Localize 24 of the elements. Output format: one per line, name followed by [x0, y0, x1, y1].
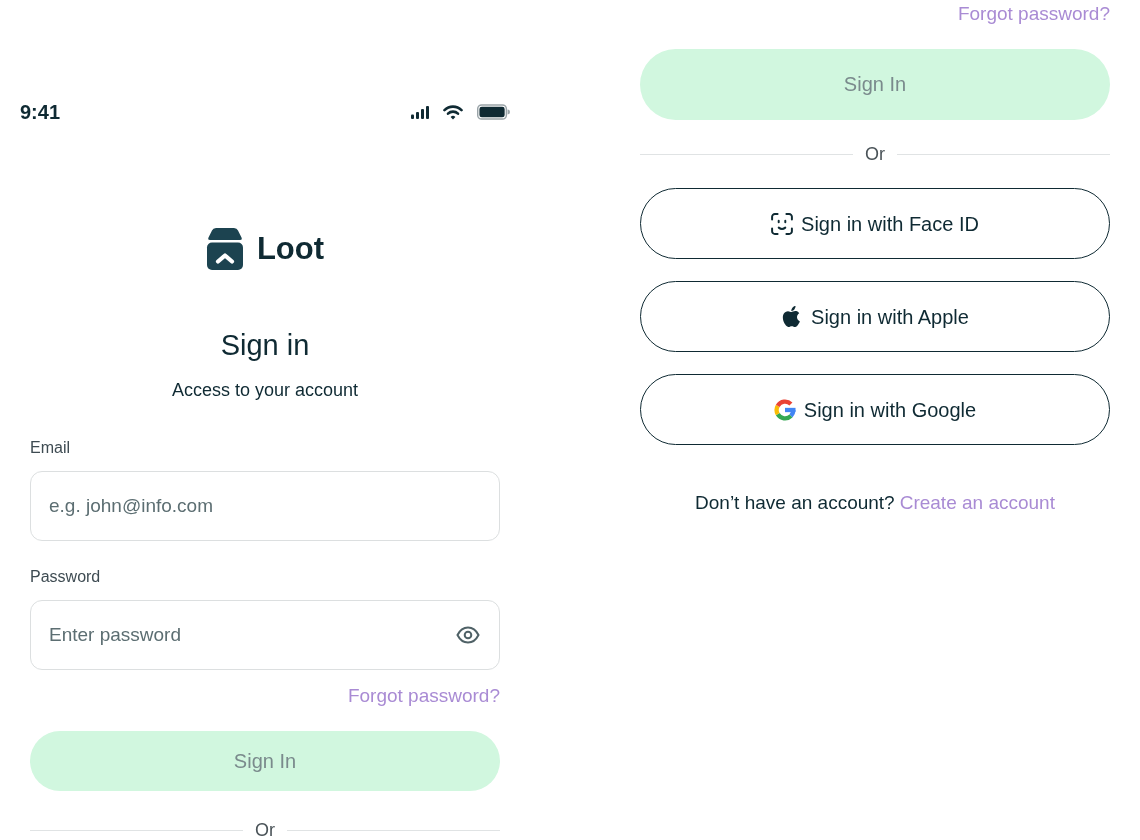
signup-prompt: Don’t have an account?: [695, 491, 895, 515]
face-id-icon: [771, 212, 794, 235]
eye-icon[interactable]: [456, 626, 480, 644]
field-label: Email: [30, 438, 70, 458]
email-field[interactable]: e.g. john@info.com: [30, 471, 500, 541]
logo-icon: [205, 228, 244, 270]
wifi-icon: [443, 104, 463, 120]
google-icon: [773, 398, 796, 421]
logo-text: Loot: [256, 230, 325, 268]
battery-icon: [477, 104, 510, 120]
page-title: Sign in: [220, 328, 310, 362]
create-account-link[interactable]: Create an account: [899, 491, 1055, 515]
google-button[interactable]: Sign in with Google: [640, 374, 1110, 445]
forgot-password-link[interactable]: Forgot password?: [347, 684, 500, 708]
password-field[interactable]: Enter password: [30, 600, 500, 670]
field-label: Password: [30, 567, 101, 587]
divider-label: Or: [255, 820, 275, 840]
status-time: 9:41: [20, 100, 61, 124]
divider-label: Or: [865, 144, 885, 164]
page-subtitle: Access to your account: [171, 379, 359, 402]
forgot-password-link[interactable]: Forgot password?: [957, 2, 1110, 26]
signal-icon: [411, 105, 429, 119]
apple-button[interactable]: Sign in with Apple: [640, 281, 1110, 352]
face-id-button[interactable]: Sign in with Face ID: [640, 188, 1110, 259]
